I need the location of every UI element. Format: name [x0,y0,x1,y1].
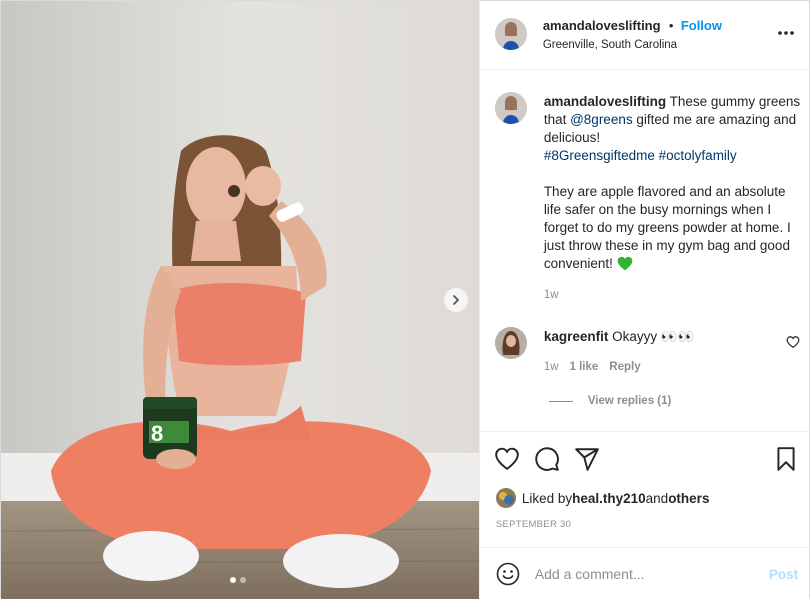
carousel-dot-active [230,577,236,583]
carousel-dots [230,577,246,583]
comment-likes[interactable]: 1 like [570,361,599,373]
comment-icon[interactable] [534,446,560,472]
caption-paragraph-text: They are apple flavored and an absolute … [543,184,791,271]
svg-text:8: 8 [151,421,163,446]
chevron-right-icon [453,295,459,305]
author-avatar[interactable] [494,18,527,50]
carousel-dot [240,577,246,583]
caption-username[interactable]: amandaloveslifting [544,94,666,109]
instagram-post: 8 amandaloveslifting • Follow Greenville… [0,0,810,599]
caption-text: amandaloveslifting These gummy greens th… [544,93,802,273]
green-heart-icon [617,256,632,271]
liked-by-prefix: Liked by [521,490,573,506]
comment-input[interactable] [534,562,760,586]
hashtag-link[interactable]: #octolyfamily [659,148,737,163]
author-username[interactable]: amandaloveslifting [543,18,661,33]
share-icon[interactable] [574,446,600,472]
caption-avatar[interactable] [494,92,527,124]
liker-username[interactable]: heal.thy210 [572,491,646,506]
hashtag-link[interactable]: #8Greensgiftedme [544,148,655,163]
comment-body: Okayyy 👀👀 [608,329,695,344]
likes-others-link[interactable]: others [668,491,709,506]
action-bar [479,431,810,491]
liked-by-and: and [645,490,669,506]
view-replies-button[interactable]: View replies (1) [548,395,672,407]
reply-button[interactable]: Reply [609,361,640,373]
post-sidebar: amandaloveslifting • Follow Greenville, … [478,1,810,599]
post-header: amandaloveslifting • Follow Greenville, … [479,1,810,70]
post-photo[interactable]: 8 [1,1,479,599]
heart-icon[interactable] [494,446,520,472]
comment-meta: 1w 1 like Reply [544,361,641,373]
bookmark-icon[interactable] [773,446,799,472]
location-link[interactable]: Greenville, South Carolina [543,39,677,51]
comments-section: amandaloveslifting These gummy greens th… [480,70,810,431]
separator-dot: • [668,18,674,33]
post-comment-button[interactable]: Post [769,567,798,582]
more-icon[interactable] [776,25,796,41]
photo-scene: 8 [1,1,479,599]
small-heart-icon[interactable] [786,335,800,349]
emoji-icon[interactable] [496,562,520,586]
post-date[interactable]: SEPTEMBER 30 [496,519,571,530]
caption-paragraph: They are apple flavored and an absolute … [544,183,802,273]
commenter-username[interactable]: kagreenfit [544,329,609,344]
comment-timestamp: 1w [543,361,559,373]
mention-link[interactable]: @8greens [570,112,633,127]
replies-divider [548,400,573,402]
likes-line: Liked by heal.thy210 and others [495,488,709,508]
view-replies-label: View replies (1) [587,395,672,407]
commenter-avatar[interactable] [494,327,527,359]
add-comment-bar: Post [479,547,810,599]
follow-button[interactable]: Follow [681,18,722,33]
liker-avatar[interactable] [495,488,516,508]
caption-timestamp: 1w [543,289,559,301]
comment-text: kagreenfit Okayyy 👀👀 [544,329,695,345]
carousel-next-button[interactable] [444,288,468,312]
